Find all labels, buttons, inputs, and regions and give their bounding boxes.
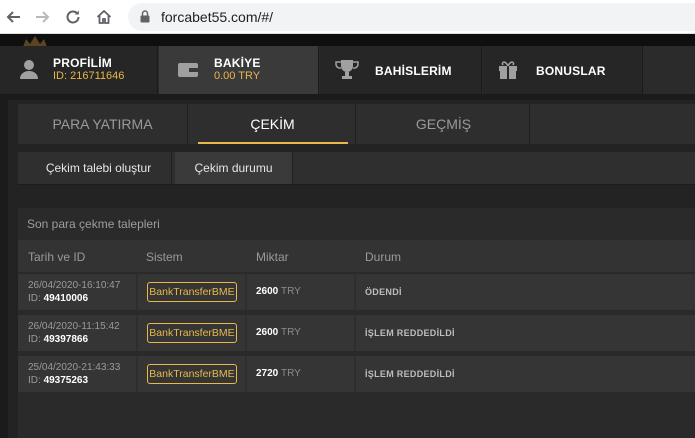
- bonuses-title: BONUSLAR: [536, 64, 606, 78]
- row-amount: 2720 TRY: [256, 368, 301, 379]
- balance-title: BAKİYE: [214, 56, 261, 70]
- withdrawal-subtabs: Çekim talebi oluştur Çekim durumu: [18, 152, 695, 185]
- column-system: Sistem: [146, 250, 183, 264]
- nav-profile[interactable]: PROFİLİM ID: 216711646: [0, 46, 158, 94]
- row-status: İŞLEM REDDEDİLDİ: [365, 328, 455, 338]
- bets-title: BAHİSLERİM: [375, 64, 452, 78]
- profile-id: ID: 216711646: [53, 70, 125, 82]
- row-date: 26/04/2020-16:10:47: [28, 280, 121, 291]
- row-id: ID: 49397866: [28, 334, 89, 345]
- address-bar[interactable]: forcabet55.com/#/: [128, 3, 695, 31]
- wallet-icon: [178, 63, 198, 77]
- back-arrow-icon[interactable]: [2, 5, 26, 29]
- table-header: Tarih ve ID Sistem Miktar Durum: [18, 240, 695, 272]
- table-row: 26/04/2020-11:15:42 ID: 49397866 BankTra…: [18, 315, 695, 351]
- subtab-create-request[interactable]: Çekim talebi oluştur: [26, 152, 172, 184]
- column-status: Durum: [365, 250, 402, 264]
- nav-bonuses[interactable]: BONUSLAR: [483, 46, 643, 94]
- section-title: Son para çekme talepleri: [27, 217, 160, 231]
- subtab-withdrawal-status[interactable]: Çekim durumu: [175, 152, 293, 184]
- lock-icon: [140, 10, 150, 23]
- url-text: forcabet55.com/#/: [161, 9, 274, 25]
- table-row: 25/04/2020-21:43:33 ID: 49375263 BankTra…: [18, 356, 695, 392]
- nav-balance[interactable]: BAKİYE 0.00 TRY: [159, 46, 319, 94]
- system-badge: BankTransferBME: [147, 323, 237, 343]
- system-badge: BankTransferBME: [147, 282, 237, 302]
- tab-deposit[interactable]: PARA YATIRMA: [18, 104, 188, 144]
- reload-icon[interactable]: [61, 5, 85, 29]
- nav-my-bets[interactable]: BAHİSLERİM: [320, 46, 482, 94]
- row-id: ID: 49375263: [28, 375, 89, 386]
- trophy-icon: [335, 60, 359, 79]
- column-date-id: Tarih ve ID: [28, 250, 86, 264]
- row-id: ID: 49410006: [28, 293, 89, 304]
- user-icon: [20, 60, 38, 79]
- home-icon[interactable]: [92, 5, 116, 29]
- active-tab-indicator: [198, 142, 348, 144]
- payment-tabs: PARA YATIRMA ÇEKİM GEÇMİŞ: [18, 104, 695, 144]
- forward-arrow-icon[interactable]: [30, 5, 54, 29]
- system-badge: BankTransferBME: [147, 364, 237, 384]
- row-status: ÖDENDİ: [365, 287, 402, 297]
- profile-title: PROFİLİM: [53, 56, 112, 70]
- tab-withdrawal[interactable]: ÇEKİM: [190, 104, 356, 144]
- row-date: 25/04/2020-21:43:33: [28, 362, 121, 373]
- browser-toolbar: forcabet55.com/#/: [0, 0, 695, 34]
- row-date: 26/04/2020-11:15:42: [28, 321, 120, 332]
- header-strip: [0, 34, 695, 47]
- column-amount: Miktar: [256, 250, 289, 264]
- gift-icon: [499, 61, 517, 79]
- wallet-panel: PARA YATIRMA ÇEKİM GEÇMİŞ Çekim talebi o…: [8, 100, 695, 438]
- balance-amount: 0.00 TRY: [214, 70, 261, 82]
- row-amount: 2600 TRY: [256, 327, 301, 338]
- row-status: İŞLEM REDDEDİLDİ: [365, 369, 455, 379]
- table-row: 26/04/2020-16:10:47 ID: 49410006 BankTra…: [18, 274, 695, 310]
- row-amount: 2600 TRY: [256, 286, 301, 297]
- tab-history[interactable]: GEÇMİŞ: [358, 104, 530, 144]
- account-nav: PROFİLİM ID: 216711646 BAKİYE 0.00 TRY B…: [0, 34, 695, 94]
